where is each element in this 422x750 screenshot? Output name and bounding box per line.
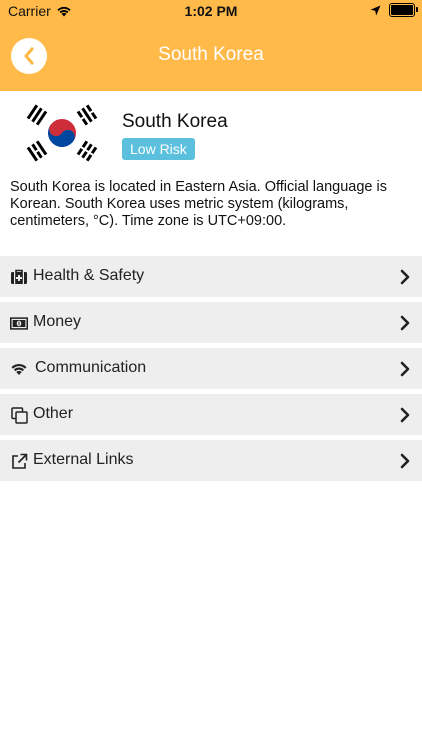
page-title: South Korea	[158, 44, 264, 65]
menu-item-communication[interactable]: Communication	[0, 348, 422, 389]
country-name: South Korea	[122, 111, 228, 132]
menu-item-other[interactable]: Other	[0, 394, 422, 435]
status-right	[370, 3, 418, 17]
banknote-icon	[10, 314, 28, 332]
menu-item-label: External Links	[33, 451, 134, 468]
chevron-right-icon	[400, 407, 410, 423]
first-aid-kit-icon	[10, 268, 28, 286]
menu-item-money[interactable]: Money	[0, 302, 422, 343]
navigation-bar: South Korea	[0, 20, 422, 91]
copy-icon	[10, 406, 28, 424]
chevron-right-icon	[400, 315, 410, 331]
chevron-right-icon	[400, 453, 410, 469]
app-screen: Carrier 1:02 PM South Korea South Korea …	[0, 0, 422, 750]
wifi-icon	[10, 360, 28, 378]
risk-badge: Low Risk	[122, 138, 195, 160]
chevron-right-icon	[400, 361, 410, 377]
status-bar: Carrier 1:02 PM	[0, 0, 422, 20]
battery-icon	[389, 3, 418, 17]
south-korea-flag-icon	[22, 103, 102, 163]
external-link-icon	[10, 452, 28, 470]
menu-item-label: Other	[33, 405, 74, 422]
country-description: South Korea is located in Eastern Asia. …	[10, 179, 387, 229]
category-menu: Health & Safety Money Communication Othe…	[0, 256, 422, 486]
menu-item-health-safety[interactable]: Health & Safety	[0, 256, 422, 297]
chevron-right-icon	[400, 269, 410, 285]
menu-item-label: Money	[33, 313, 82, 330]
menu-item-label: Health & Safety	[33, 267, 145, 284]
country-header: South Korea Low Risk	[0, 91, 422, 176]
location-arrow-icon	[370, 5, 381, 15]
status-time: 1:02 PM	[184, 3, 238, 19]
menu-item-external-links[interactable]: External Links	[0, 440, 422, 481]
menu-item-label: Communication	[35, 359, 147, 376]
